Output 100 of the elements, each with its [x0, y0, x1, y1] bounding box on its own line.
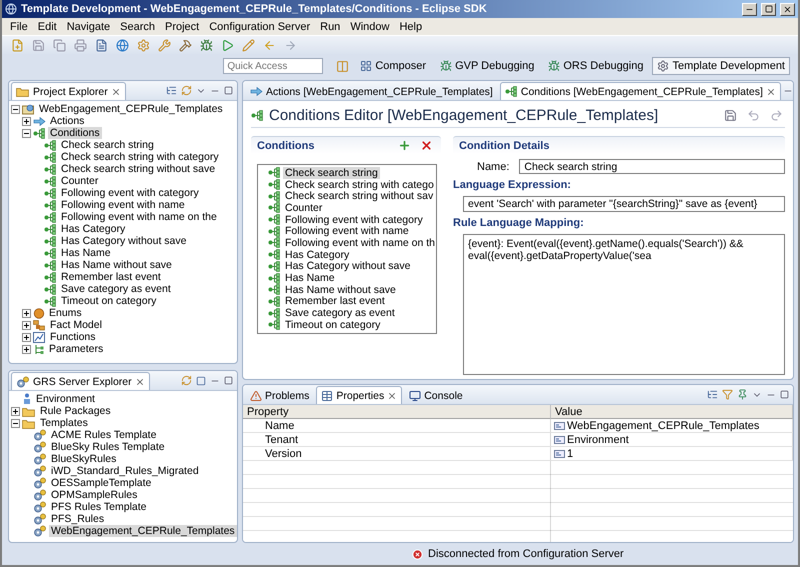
expand-icon[interactable] [22, 344, 31, 354]
gears-icon [33, 429, 47, 441]
expand-icon[interactable] [22, 332, 31, 342]
list-item[interactable]: Following event with name [283, 225, 411, 238]
node-tree-icon [268, 202, 281, 214]
tree-item[interactable]: WebEngagement_CEPRule_Templates [49, 525, 237, 537]
tree-item[interactable]: Functions [48, 331, 98, 343]
perspective-button[interactable]: ORS Debugging [543, 57, 648, 75]
list-item[interactable]: Has Name [283, 272, 337, 284]
node-tree-icon [268, 190, 281, 202]
node-tree-icon [268, 179, 281, 190]
list-item[interactable]: Check search string with catego [283, 178, 436, 191]
collapse-icon[interactable] [22, 128, 31, 138]
tree-item[interactable]: Check search string [59, 139, 156, 151]
minimize-button[interactable] [742, 2, 757, 16]
mapping-field[interactable]: {event}: Event(eval({event}.getName().equals('Search')) && eval({event}.getDataPropertyValue('sea [463, 234, 785, 375]
list-item[interactable]: Has Category [283, 248, 352, 261]
tree-item[interactable]: Has Category [59, 223, 128, 235]
tree-item[interactable]: Following event with name on the [59, 211, 219, 223]
list-item[interactable]: Has Name without save [283, 284, 398, 296]
list-item[interactable]: Has Category without save [283, 260, 412, 272]
list-item[interactable]: Remember last event [283, 295, 387, 308]
close-button[interactable] [780, 2, 795, 16]
tree-item[interactable]: Rule Packages [38, 405, 113, 417]
menu-item[interactable]: File [5, 20, 33, 32]
tree-item[interactable]: Actions [48, 115, 86, 127]
tree-item[interactable]: Has Name [59, 247, 113, 259]
tree-item[interactable]: Following event with category [59, 187, 201, 199]
expand-icon[interactable] [11, 406, 20, 416]
list-item[interactable]: Timeout on category [283, 318, 382, 331]
tree-item[interactable]: Conditions [48, 127, 102, 139]
node-tree-icon [44, 140, 57, 150]
column-header: Value [551, 405, 793, 419]
tree-item[interactable]: BlueSkyRules [49, 453, 118, 465]
tree-item[interactable]: Has Category without save [59, 235, 188, 247]
tree-item[interactable]: Check search string with category [59, 151, 221, 163]
expand-icon[interactable] [22, 116, 31, 126]
tree-item[interactable]: Enums [47, 307, 84, 319]
view-tab[interactable]: Problems [245, 386, 314, 404]
name-field[interactable]: Check search string [519, 159, 785, 174]
tree-item[interactable]: PFS Rules Template [49, 501, 149, 513]
list-item[interactable]: Save category as event [283, 307, 397, 320]
document-icon [94, 39, 108, 52]
perspective-button[interactable]: Composer [355, 57, 432, 75]
tree-item[interactable]: OPMSampleRules [49, 489, 140, 501]
list-item[interactable]: Check search string without sav [283, 190, 436, 202]
maximize-button[interactable] [761, 2, 776, 16]
menu-item[interactable]: Navigate [62, 20, 116, 32]
save-icon [32, 39, 44, 52]
menu-item[interactable]: Project [160, 20, 204, 32]
tree-item[interactable]: Timeout on category [59, 295, 158, 307]
view-tab[interactable]: GRS Server Explorer [11, 372, 150, 390]
tree-item[interactable]: iWD_Standard_Rules_Migrated [49, 465, 201, 477]
view-tab[interactable]: Console [404, 386, 468, 404]
list-item[interactable]: Following event with category [283, 214, 425, 226]
view-tab[interactable]: Properties [316, 386, 402, 404]
menu-item[interactable]: Configuration Server [204, 20, 316, 32]
tree-item[interactable]: PFS_Rules [49, 513, 106, 525]
tree-item[interactable]: Fact Model [48, 319, 104, 331]
menu-item[interactable]: Edit [32, 20, 62, 32]
tree-item[interactable]: Environment [34, 393, 97, 405]
expand-icon[interactable] [22, 308, 31, 318]
list-item[interactable]: Check search string [283, 166, 380, 179]
editor-tab[interactable]: Conditions [WebEngagement_CEPRule_Templates] [500, 82, 781, 100]
collapse-icon[interactable] [11, 104, 20, 114]
node-tree-icon [44, 212, 57, 222]
menu-item[interactable]: Search [115, 20, 160, 32]
node-tree-icon [44, 248, 57, 258]
perspective-button[interactable]: GVP Debugging [435, 57, 540, 75]
left-arrow-icon [262, 39, 276, 52]
tree-item[interactable]: Remember last event [59, 271, 163, 283]
tree-item[interactable]: BlueSky Rules Template [49, 441, 167, 453]
tree-item[interactable]: WebEngagement_CEPRule_Templates [37, 103, 225, 115]
expression-field[interactable]: event 'Search' with parameter "{searchString}" save as {event} [463, 196, 785, 212]
hierarchy-icon [33, 344, 45, 354]
menu-item[interactable]: Help [394, 20, 428, 32]
settings-icon [136, 39, 150, 52]
menu-item[interactable]: Window [345, 20, 394, 32]
tree-item[interactable]: ACME Rules Template [49, 429, 158, 441]
list-item[interactable]: Following event with name on th [283, 236, 437, 249]
bug-icon [548, 60, 560, 72]
list-item[interactable]: Counter [283, 202, 324, 214]
tree-item[interactable]: Check search string without save [59, 163, 218, 175]
view-tab[interactable]: Project Explorer [11, 82, 126, 100]
tree-item[interactable]: OESSampleTemplate [49, 477, 154, 489]
tree-item[interactable]: Counter [59, 175, 100, 187]
collapse-icon[interactable] [11, 418, 20, 428]
perspective-button[interactable]: Template Development [652, 57, 790, 75]
tree-item[interactable]: Templates [38, 417, 90, 429]
editor-tab[interactable]: Actions [WebEngagement_CEPRule_Templates] [245, 82, 498, 100]
gears-icon [33, 465, 47, 477]
text-field-icon [554, 422, 565, 430]
tree-item[interactable]: Parameters [47, 343, 106, 355]
menu-item[interactable]: Run [315, 20, 346, 32]
tree-item[interactable]: Has Name without save [59, 259, 174, 271]
tree-item[interactable]: Following event with name [59, 199, 187, 211]
tree-item[interactable]: Save category as event [59, 283, 173, 295]
expand-icon[interactable] [22, 320, 31, 330]
node-tree-icon [44, 164, 57, 174]
quick-access-field[interactable]: Quick Access [223, 58, 324, 74]
